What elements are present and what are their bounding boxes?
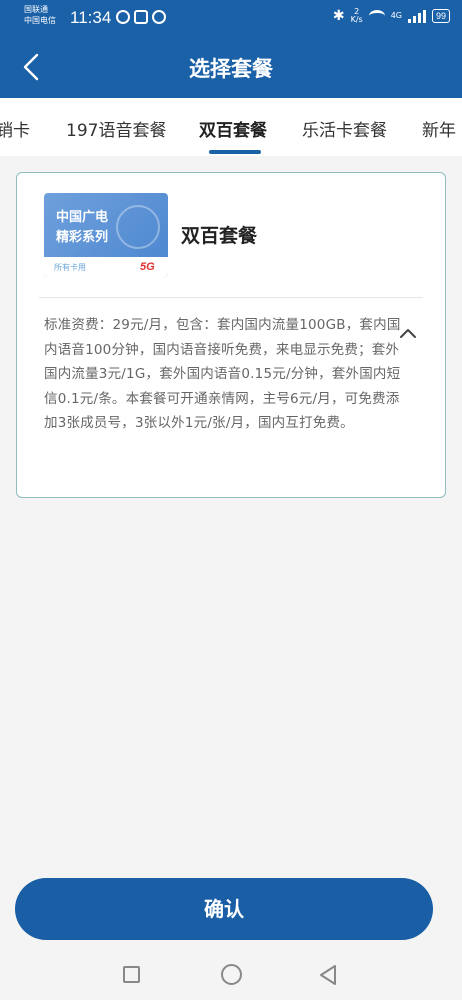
5g-badge: 5G: [140, 261, 155, 273]
sim-card-image: 中国广电 精彩系列 所有卡用 5G: [44, 193, 168, 277]
notification-icon: [116, 10, 130, 24]
plan-card[interactable]: 中国广电 精彩系列 所有卡用 5G 双百套餐 标准资费：29元/月，包含：套内国…: [16, 172, 446, 498]
system-back-button[interactable]: [318, 964, 338, 986]
alarm-icon: [152, 10, 166, 24]
tab-xiaoka[interactable]: 销卡: [0, 116, 30, 141]
carrier-1: 国联通: [24, 5, 48, 14]
triangle-back-icon: [320, 965, 336, 985]
card-image-strip-text: 所有卡用: [54, 263, 86, 272]
tab-shuangbai[interactable]: 双百套餐: [199, 116, 267, 141]
carrier-2: 中国电信: [24, 16, 56, 25]
card-image-line2: 精彩系列: [56, 230, 109, 245]
network-type: 4G: [390, 11, 402, 20]
signal-icon: [407, 9, 426, 23]
active-tab-indicator: [209, 150, 261, 154]
battery-icon: 99: [431, 9, 450, 23]
fingerprint-graphic: [116, 205, 160, 249]
confirm-button[interactable]: 确认: [15, 878, 433, 940]
navigation-bar: 选择套餐: [0, 36, 462, 98]
plan-name: 双百套餐: [181, 225, 258, 247]
bluetooth-icon: ✱: [332, 8, 345, 24]
home-button[interactable]: [221, 964, 242, 985]
plan-description: 标准资费：29元/月，包含：套内国内流量100GB，套内国内语音100分钟，国内…: [44, 317, 401, 431]
carrier-info: 国联通 中国电信: [24, 4, 68, 26]
tab-197-voice[interactable]: 197语音套餐: [66, 116, 166, 141]
system-navigation-bar: [0, 948, 462, 1000]
card-divider: [39, 297, 423, 298]
notification-icons: [116, 10, 166, 24]
tab-xinnian[interactable]: 新年: [422, 116, 456, 141]
nfc-icon: [134, 10, 148, 24]
page-title: 选择套餐: [189, 57, 273, 81]
status-right-icons: ✱ 2 K/s 4G 99: [333, 8, 450, 24]
plan-tabs: 销卡 197语音套餐 双百套餐 乐活卡套餐 新年: [0, 98, 462, 156]
card-image-line1: 中国广电: [56, 210, 109, 225]
status-time: 11:34: [70, 8, 112, 27]
tab-lehuo[interactable]: 乐活卡套餐: [302, 116, 387, 141]
recent-apps-button[interactable]: [123, 966, 140, 983]
network-speed: 2 K/s: [351, 8, 363, 24]
status-bar: 国联通 中国电信 11:34 ✱ 2 K/s 4G 99: [0, 0, 462, 36]
speed-unit: K/s: [350, 15, 363, 24]
collapse-toggle[interactable]: [399, 325, 417, 339]
chevron-up-icon: [400, 329, 416, 338]
wifi-icon: [368, 10, 385, 22]
